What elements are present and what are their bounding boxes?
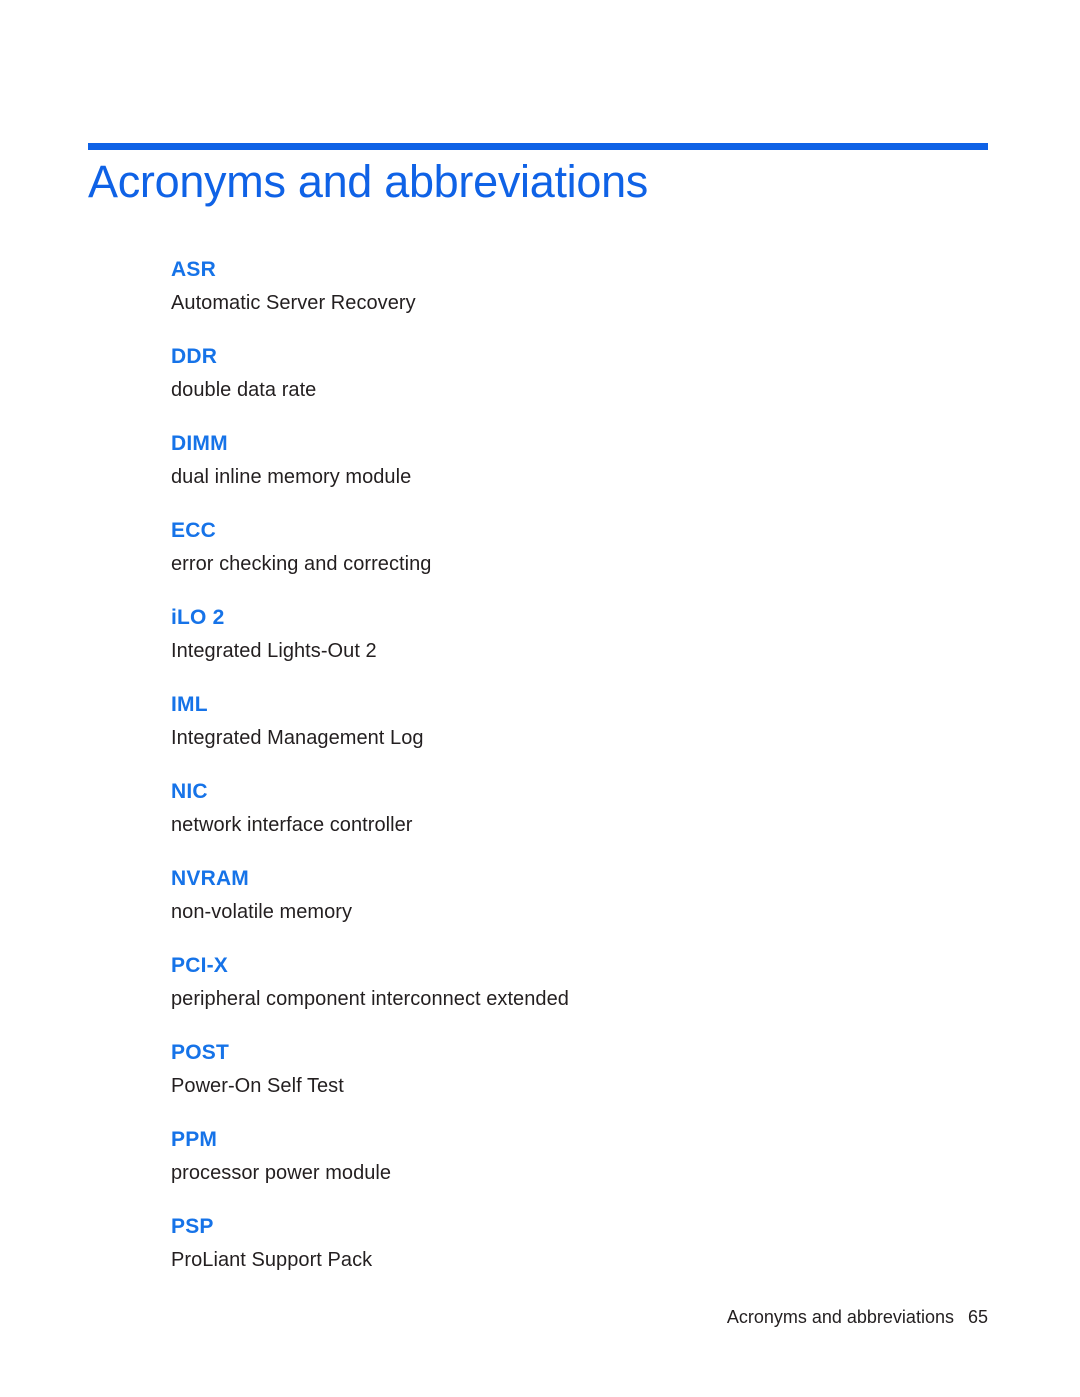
glossary-definition: network interface controller: [171, 814, 413, 836]
glossary-term: DIMM: [171, 432, 228, 455]
glossary-term: PPM: [171, 1128, 218, 1151]
glossary-definition: Automatic Server Recovery: [171, 292, 416, 314]
glossary-entry: PPM processor power module: [171, 1129, 931, 1183]
glossary-term: ECC: [171, 519, 216, 542]
glossary-term: DDR: [171, 345, 218, 368]
glossary-definition: ProLiant Support Pack: [171, 1249, 373, 1271]
glossary-entry: ASR Automatic Server Recovery: [171, 259, 931, 313]
glossary-entry: NVRAM non-volatile memory: [171, 868, 931, 922]
glossary-definition: error checking and correcting: [171, 553, 432, 575]
glossary-entry: DIMM dual inline memory module: [171, 433, 931, 487]
glossary-definition: non-volatile memory: [171, 901, 353, 923]
glossary-definition: Integrated Management Log: [171, 727, 424, 749]
glossary-entry: PSP ProLiant Support Pack: [171, 1216, 931, 1270]
glossary-term: ASR: [171, 258, 216, 281]
glossary-list: ASR Automatic Server Recovery DDR double…: [171, 259, 931, 1270]
page-title: Acronyms and abbreviations: [88, 156, 648, 207]
glossary-definition: Power-On Self Test: [171, 1075, 344, 1097]
glossary-term: NVRAM: [171, 867, 249, 890]
glossary-term: POST: [171, 1041, 229, 1064]
document-page: Acronyms and abbreviations ASR Automatic…: [0, 0, 1080, 1397]
glossary-entry: POST Power-On Self Test: [171, 1042, 931, 1096]
glossary-entry: NIC network interface controller: [171, 781, 931, 835]
footer-section-label: Acronyms and abbreviations: [726, 1307, 954, 1327]
glossary-term: iLO 2: [171, 606, 225, 629]
header-divider-rule: [88, 143, 988, 150]
glossary-term: PCI-X: [171, 954, 229, 977]
glossary-term: IML: [171, 693, 208, 716]
glossary-definition: Integrated Lights-Out 2: [171, 640, 377, 662]
glossary-entry: iLO 2 Integrated Lights-Out 2: [171, 607, 931, 661]
glossary-entry: ECC error checking and correcting: [171, 520, 931, 574]
glossary-definition: double data rate: [171, 379, 317, 401]
glossary-definition: dual inline memory module: [171, 466, 412, 488]
glossary-entry: PCI-X peripheral component interconnect …: [171, 955, 931, 1009]
glossary-entry: IML Integrated Management Log: [171, 694, 931, 748]
glossary-definition: processor power module: [171, 1162, 392, 1184]
footer-page-number: 65: [967, 1307, 988, 1327]
page-header: Acronyms and abbreviations: [88, 143, 988, 207]
page-footer: Acronyms and abbreviations 65: [88, 1307, 988, 1329]
glossary-entry: DDR double data rate: [171, 346, 931, 400]
glossary-term: PSP: [171, 1215, 214, 1238]
glossary-definition: peripheral component interconnect extend…: [171, 988, 569, 1010]
glossary-term: NIC: [171, 780, 208, 803]
